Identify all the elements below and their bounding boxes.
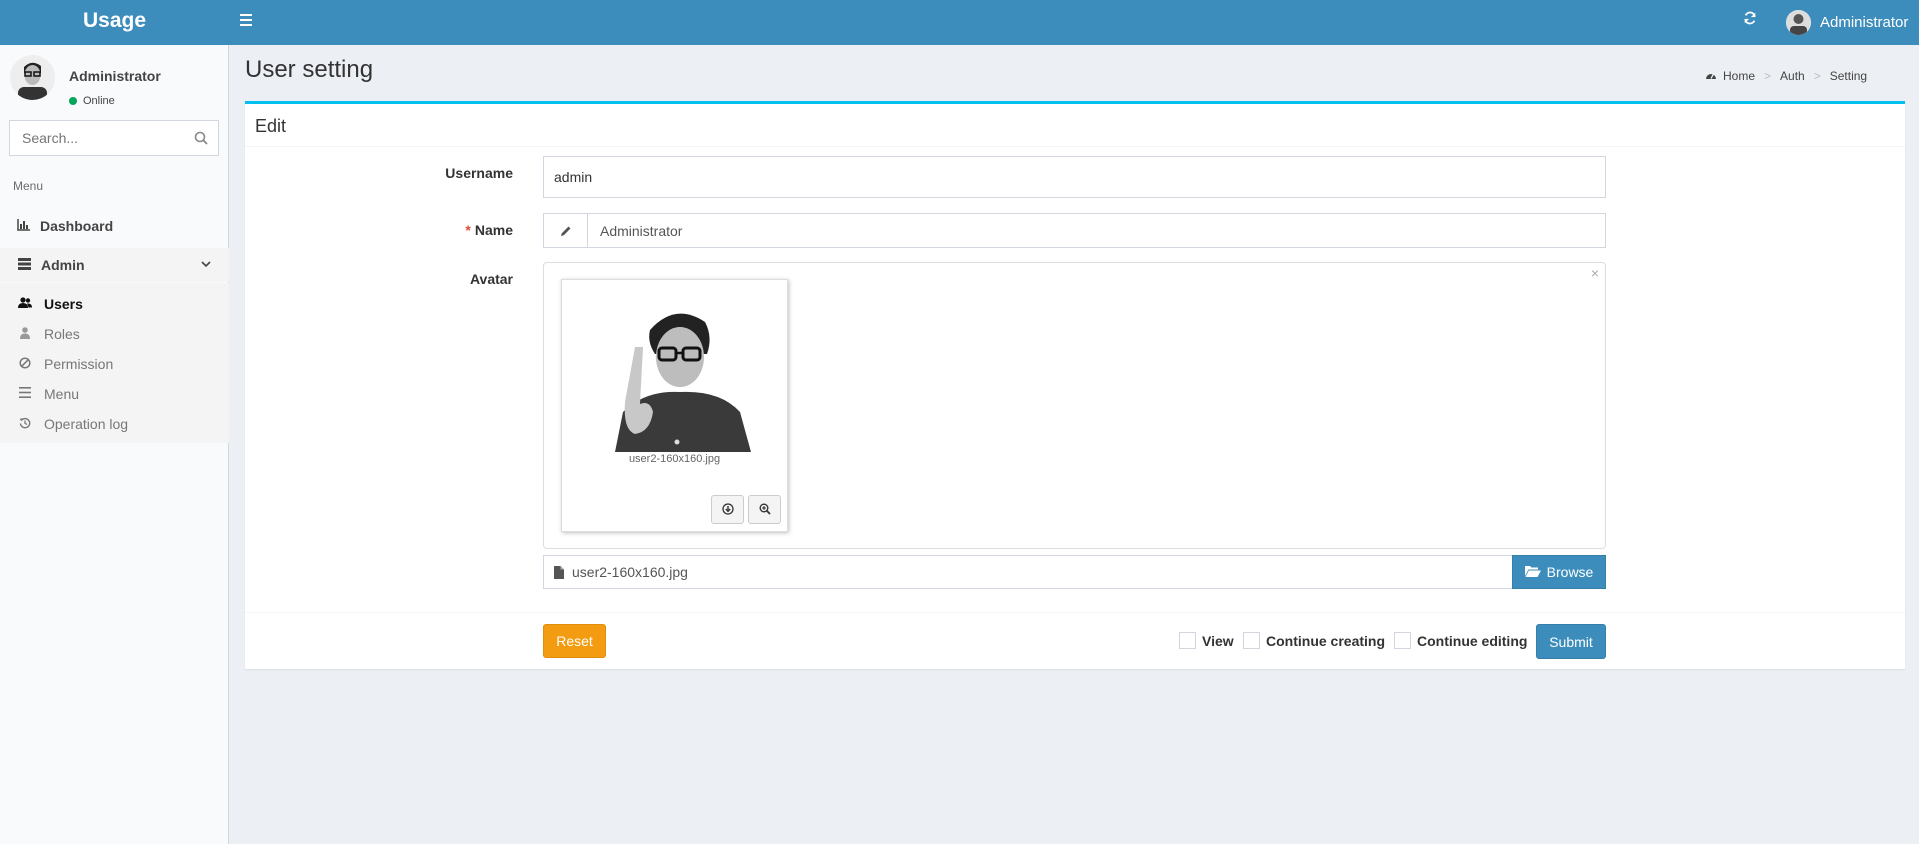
username-label: Username bbox=[445, 165, 513, 181]
view-checkbox-label: View bbox=[1202, 632, 1234, 649]
sidebar-item-label: Users bbox=[44, 296, 83, 312]
required-mark: * bbox=[465, 222, 471, 238]
breadcrumb-setting: Setting bbox=[1829, 69, 1868, 83]
form-footer-divider bbox=[245, 612, 1905, 613]
pencil-icon bbox=[544, 214, 588, 247]
avatar-preview-frame: user2-160x160.jpg bbox=[561, 279, 788, 532]
app-logo[interactable]: Usage bbox=[0, 0, 229, 45]
continue-editing-label: Continue editing bbox=[1417, 632, 1528, 649]
name-label-wrap: * Name bbox=[313, 222, 513, 238]
sidebar: Administrator Online Menu Dashboard bbox=[0, 45, 229, 844]
box-header: Edit bbox=[245, 104, 1905, 147]
sidebar-search bbox=[9, 120, 219, 156]
user-menu[interactable]: Administrator bbox=[1786, 7, 1908, 37]
search-input[interactable] bbox=[10, 121, 180, 155]
zoom-button[interactable] bbox=[748, 495, 781, 524]
zoom-in-icon bbox=[759, 502, 771, 518]
name-label: Name bbox=[474, 222, 513, 238]
sidebar-item-label: Permission bbox=[44, 356, 114, 372]
sidebar-item-roles[interactable]: Roles bbox=[0, 319, 229, 349]
avatar bbox=[1786, 9, 1811, 35]
browse-button[interactable]: Browse bbox=[1512, 555, 1606, 589]
avatar bbox=[10, 55, 55, 100]
users-icon bbox=[18, 296, 32, 312]
sidebar-item-users[interactable]: Users bbox=[0, 289, 229, 319]
checkbox-box[interactable] bbox=[1243, 632, 1260, 649]
refresh-icon-svg bbox=[1744, 11, 1756, 25]
refresh-icon[interactable] bbox=[1740, 11, 1760, 31]
submit-button[interactable]: Submit bbox=[1536, 624, 1606, 659]
file-icon bbox=[554, 565, 564, 579]
sidebar-item-dashboard[interactable]: Dashboard bbox=[0, 209, 229, 243]
sidebar-item-label: Operation log bbox=[44, 416, 129, 432]
folder-open-icon bbox=[1524, 564, 1541, 580]
close-icon[interactable]: × bbox=[1591, 265, 1599, 281]
search-icon[interactable] bbox=[194, 131, 208, 145]
user-status-label: Online bbox=[83, 95, 115, 107]
avatar-file-name: user2-160x160.jpg bbox=[572, 564, 688, 580]
user-status: Online bbox=[69, 95, 115, 107]
menu-header: Menu bbox=[13, 179, 44, 193]
top-navbar: Usage Administrator bbox=[0, 0, 1919, 45]
sidebar-item-operation-log[interactable]: Operation log bbox=[0, 409, 229, 439]
admin-submenu: Users Roles Permission Menu Operation lo… bbox=[0, 283, 229, 443]
breadcrumb-home[interactable]: Home bbox=[1723, 69, 1755, 83]
user-panel: Administrator Online bbox=[10, 55, 220, 110]
avatar-file-caption[interactable]: user2-160x160.jpg bbox=[543, 555, 1513, 589]
avatar-preview-image bbox=[595, 292, 755, 452]
browse-button-label: Browse bbox=[1546, 564, 1594, 580]
online-status-icon bbox=[69, 97, 77, 105]
sidebar-item-label: Roles bbox=[44, 326, 80, 342]
user-panel-name: Administrator bbox=[69, 68, 161, 84]
sidebar-item-label: Dashboard bbox=[40, 218, 114, 234]
sidebar-item-label: Admin bbox=[41, 257, 85, 273]
name-field[interactable] bbox=[588, 214, 1605, 247]
sidebar-item-menu[interactable]: Menu bbox=[0, 379, 229, 409]
tasks-icon bbox=[17, 257, 31, 273]
user-icon bbox=[18, 326, 32, 342]
continue-editing-checkbox[interactable]: Continue editing bbox=[1394, 632, 1527, 649]
sidebar-item-label: Menu bbox=[44, 386, 80, 402]
sidebar-item-permission[interactable]: Permission bbox=[0, 349, 229, 379]
breadcrumb-separator: > bbox=[1764, 69, 1772, 83]
avatar-label: Avatar bbox=[469, 271, 513, 287]
user-menu-name: Administrator bbox=[1820, 13, 1909, 31]
sidebar-item-admin[interactable]: Admin bbox=[0, 248, 229, 282]
reset-button[interactable]: Reset bbox=[543, 624, 606, 658]
checkbox-box[interactable] bbox=[1179, 632, 1196, 649]
breadcrumb-separator: > bbox=[1813, 69, 1821, 83]
bar-chart-icon bbox=[16, 218, 30, 234]
avatar-file-preview: × user2-160x160.jpg bbox=[543, 262, 1606, 549]
sidebar-toggle-icon[interactable] bbox=[240, 11, 260, 31]
dashboard-icon bbox=[1705, 69, 1717, 83]
download-button[interactable] bbox=[711, 495, 744, 524]
continue-creating-label: Continue creating bbox=[1266, 632, 1386, 649]
breadcrumb-auth[interactable]: Auth bbox=[1780, 69, 1805, 83]
avatar-preview-caption: user2-160x160.jpg bbox=[628, 453, 721, 465]
history-icon bbox=[18, 417, 32, 432]
chevron-down-icon bbox=[201, 259, 211, 272]
box-title: Edit bbox=[255, 116, 287, 136]
name-input-group bbox=[543, 213, 1606, 248]
ban-icon bbox=[18, 356, 32, 372]
continue-creating-checkbox[interactable]: Continue creating bbox=[1243, 632, 1385, 649]
username-field[interactable] bbox=[543, 156, 1606, 198]
bars-icon bbox=[18, 387, 32, 401]
breadcrumb: Home > Auth > Setting bbox=[1705, 69, 1867, 83]
view-checkbox[interactable]: View bbox=[1179, 632, 1234, 649]
download-icon bbox=[721, 502, 734, 518]
page-title: User setting bbox=[245, 56, 374, 83]
checkbox-box[interactable] bbox=[1394, 632, 1411, 649]
